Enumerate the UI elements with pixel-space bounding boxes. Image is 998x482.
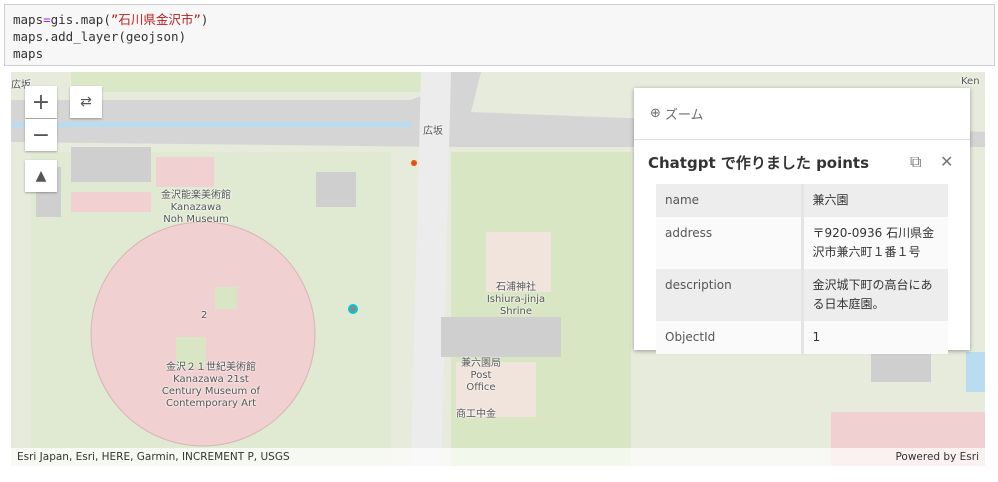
field-value: 兼六園 <box>812 193 849 207</box>
field-name: description <box>656 269 804 321</box>
field-name: name <box>656 184 804 217</box>
field-value: 〒920-0936 石川県金沢市兼六町１番１号 <box>812 226 935 259</box>
zoom-in-icon: ⊕ <box>650 106 661 121</box>
code-operator: = <box>43 12 51 27</box>
code-string: ”石川県金沢市” <box>110 12 201 27</box>
map-label-21st-museum: 金沢２１世紀美術館 Kanazawa 21st Century Museum of C… <box>161 362 261 409</box>
map-label: Ken <box>961 76 980 87</box>
table-row: ObjectId 1 <box>656 321 948 354</box>
code-cell[interactable]: maps=gis.map(”石川県金沢市”) maps.add_layer(ge… <box>4 4 995 66</box>
attribute-table: name 兼六園 address 〒920-0936 石川県金沢市兼六町１番１号 d… <box>656 184 948 354</box>
field-name: ObjectId <box>656 321 804 354</box>
popup-zoom-action[interactable]: ⊕ ズーム <box>634 88 970 140</box>
dock-icon: ⧉ <box>910 152 922 171</box>
map-label: 2 <box>201 310 208 321</box>
field-value: 金沢城下町の高台にある日本庭園。 <box>812 278 933 311</box>
compass-icon: ▲ <box>35 168 47 184</box>
map-label-post-office: 兼六園局 Post Office <box>461 358 501 393</box>
field-name: address <box>656 217 804 269</box>
zoom-out-button[interactable]: − <box>25 119 57 151</box>
map-label-noh-museum: 金沢能楽美術館 Kanazawa Noh Museum <box>161 190 231 225</box>
table-row: address 〒920-0936 石川県金沢市兼六町１番１号 <box>656 217 948 269</box>
basemap-toggle-button[interactable]: ⇄ <box>70 86 102 118</box>
attribution-bar: Esri Japan, Esri, HERE, Garmin, INCREMEN… <box>11 448 985 466</box>
close-icon: ✕ <box>940 152 954 171</box>
feature-point[interactable] <box>348 304 358 314</box>
zoom-in-button[interactable]: + <box>25 86 57 118</box>
table-row: name 兼六園 <box>656 184 948 217</box>
close-button[interactable]: ✕ <box>940 152 953 171</box>
code-text: ) <box>200 12 209 27</box>
code-line: maps <box>13 46 44 61</box>
code-text: maps <box>13 12 44 27</box>
code-text: gis.map( <box>50 12 111 27</box>
dock-button[interactable]: ⧉ <box>910 152 921 172</box>
feature-popup: ⊕ ズーム Chatgpt で作りました points ⧉ ✕ name 兼六園 a… <box>634 88 970 354</box>
table-row: description 金沢城下町の高台にある日本庭園。 <box>656 269 948 321</box>
map-view[interactable]: 広坂 広坂 Ken 金沢能楽美術館 Kanazawa Noh Museum 2 金沢… <box>11 72 985 466</box>
field-value: 1 <box>812 330 821 344</box>
popup-title: Chatgpt で作りました points <box>648 154 870 172</box>
map-label: 商工中金 <box>456 409 496 420</box>
map-label: 広坂 <box>423 126 443 137</box>
map-label-shrine: 石浦神社 Ishiura-jinja Shrine <box>486 282 546 317</box>
basemap-toggle-icon: ⇄ <box>80 94 92 110</box>
attribution-text[interactable]: Esri Japan, Esri, HERE, Garmin, INCREMEN… <box>17 451 290 463</box>
compass-button[interactable]: ▲ <box>25 160 57 192</box>
zoom-label: ズーム <box>664 108 704 123</box>
powered-by-link[interactable]: Powered by Esri <box>895 451 979 463</box>
code-line: maps.add_layer(geojson) <box>13 29 187 44</box>
